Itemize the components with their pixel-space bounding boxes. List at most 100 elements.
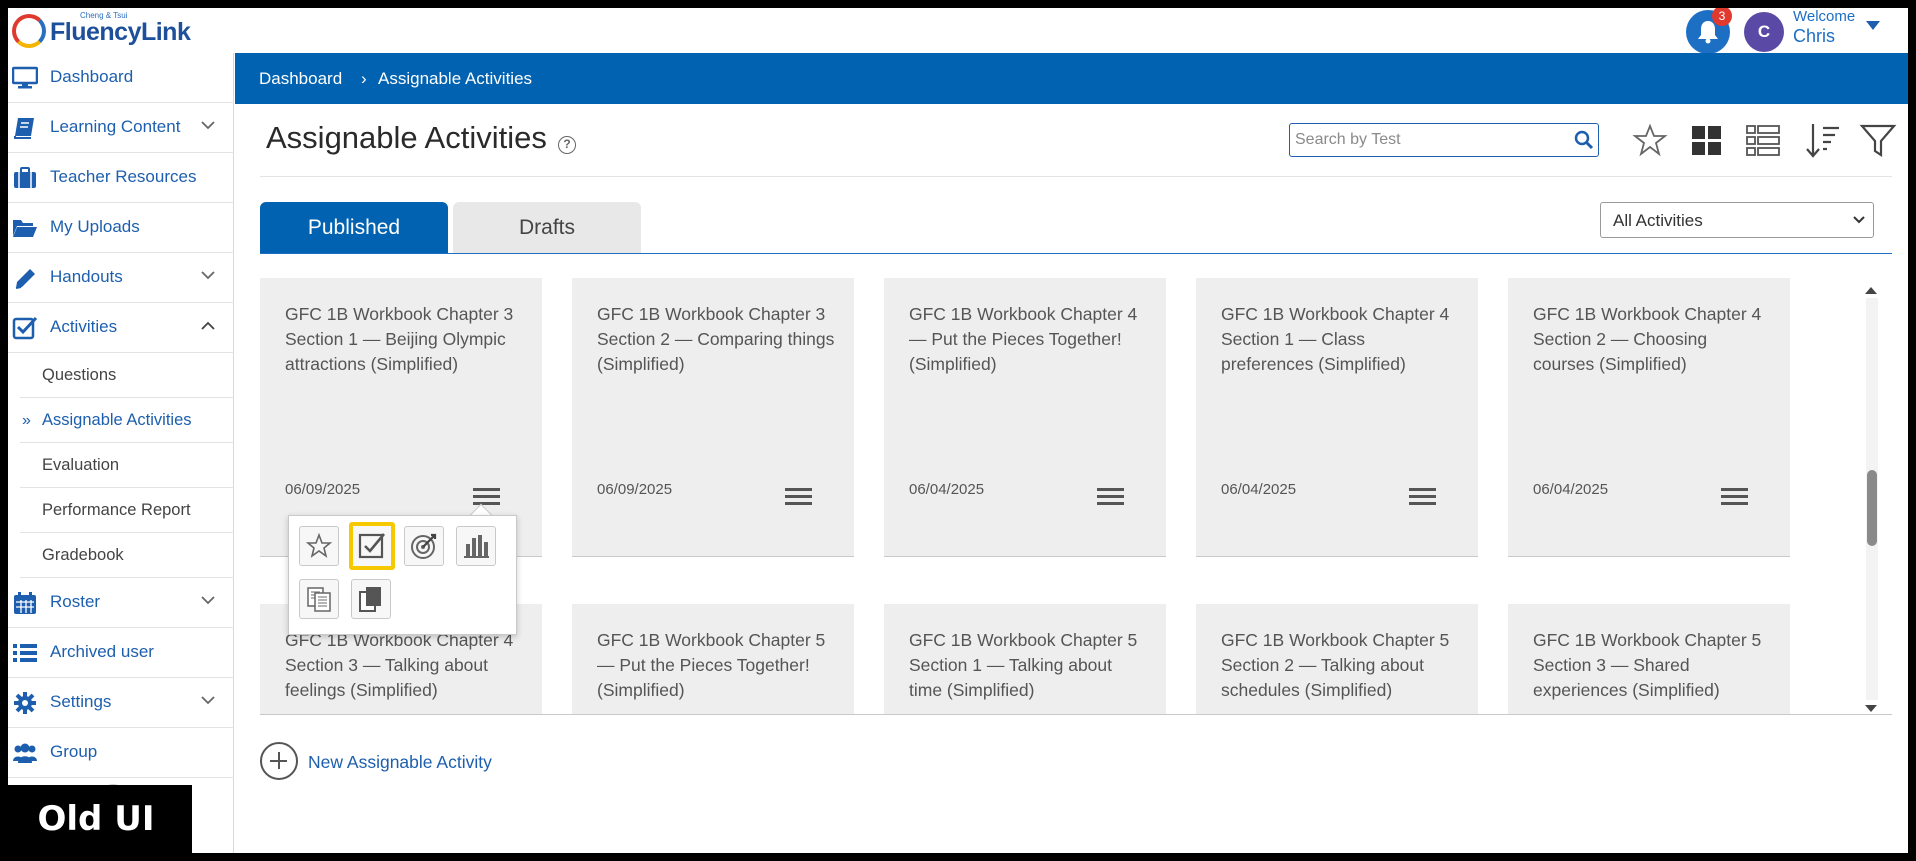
chevron-down-icon: [201, 596, 215, 605]
preview-button[interactable]: [299, 579, 339, 619]
favorite-button[interactable]: [299, 526, 339, 566]
activity-card[interactable]: GFC 1B Workbook Chapter 4 Section 2 — Ch…: [1508, 278, 1790, 557]
search-input[interactable]: [1295, 127, 1560, 153]
activity-card[interactable]: GFC 1B Workbook Chapter 5 Section 3 — Sh…: [1508, 604, 1790, 714]
sidebar-subitem-gradebook[interactable]: Gradebook: [20, 533, 234, 578]
search-icon[interactable]: [1574, 130, 1594, 150]
user-name[interactable]: Chris: [1793, 26, 1835, 47]
sidebar-item-settings[interactable]: Settings: [8, 678, 234, 728]
chevron-down-icon: [201, 121, 215, 130]
card-menu-button[interactable]: [1721, 488, 1749, 506]
search-box: [1289, 123, 1599, 157]
card-title: GFC 1B Workbook Chapter 4 Section 1 — Cl…: [1221, 304, 1450, 374]
page-title: Assignable Activities: [266, 120, 547, 155]
activity-card[interactable]: GFC 1B Workbook Chapter 4 — Put the Piec…: [884, 278, 1166, 557]
help-icon[interactable]: ?: [558, 136, 576, 154]
card-date: 06/04/2025: [1221, 481, 1297, 498]
active-marker: »: [22, 412, 31, 429]
assign-check-icon: [358, 533, 386, 559]
tab-drafts[interactable]: Drafts: [453, 202, 641, 253]
card-title: GFC 1B Workbook Chapter 4 Section 2 — Ch…: [1533, 304, 1762, 374]
chevron-down-icon: [201, 696, 215, 705]
sidebar-item-my-uploads[interactable]: My Uploads: [8, 203, 234, 253]
sidebar-item-label: Settings: [50, 692, 112, 711]
sidebar-item-teacher-resources[interactable]: Teacher Resources: [8, 153, 234, 203]
scroll-up-arrow-icon[interactable]: [1864, 285, 1878, 295]
card-menu-button[interactable]: [1409, 488, 1437, 506]
user-menu-caret-icon[interactable]: [1866, 21, 1880, 30]
sidebar-item-group[interactable]: Group: [8, 728, 234, 778]
card-date: 06/09/2025: [285, 481, 361, 498]
tab-published[interactable]: Published: [260, 202, 448, 253]
tabs-underline: [260, 253, 1892, 254]
card-title: GFC 1B Workbook Chapter 3 Section 1 — Be…: [285, 304, 514, 374]
sidebar: Dashboard Learning Content Teacher Resou…: [8, 53, 234, 853]
card-title: GFC 1B Workbook Chapter 5 Section 3 — Sh…: [1533, 630, 1762, 700]
target-icon: [411, 533, 437, 559]
target-button[interactable]: [404, 526, 444, 566]
card-date: 06/09/2025: [597, 481, 673, 498]
scrollbar-thumb[interactable]: [1867, 470, 1877, 546]
breadcrumb-separator: ›: [361, 69, 367, 88]
breadcrumb: Dashboard › Assignable Activities: [235, 53, 1908, 104]
list-view-icon[interactable]: [1743, 120, 1783, 160]
breadcrumb-dashboard-link[interactable]: Dashboard: [259, 69, 342, 89]
activity-card[interactable]: GFC 1B Workbook Chapter 5 Section 1 — Ta…: [884, 604, 1166, 714]
app-window: Cheng & Tsui FluencyLink 3 C Welcome Chr…: [8, 8, 1908, 853]
sidebar-item-roster[interactable]: Roster: [8, 578, 234, 628]
briefcase-icon: [14, 167, 36, 188]
filter-icon[interactable]: [1858, 120, 1898, 160]
sidebar-item-label: Archived user: [50, 642, 154, 661]
users-icon: [13, 743, 37, 763]
card-menu-button[interactable]: [1097, 488, 1125, 506]
sidebar-subitem-assignable-activities[interactable]: » Assignable Activities: [20, 398, 234, 443]
activity-filter-value: All Activities: [1613, 211, 1703, 230]
book-icon: [14, 118, 34, 139]
activity-card[interactable]: GFC 1B Workbook Chapter 5 Section 2 — Ta…: [1196, 604, 1478, 714]
report-button[interactable]: [456, 526, 496, 566]
sidebar-subitem-performance-report[interactable]: Performance Report: [20, 488, 234, 533]
notification-count-badge: 3: [1712, 8, 1732, 26]
sidebar-item-learning-content[interactable]: Learning Content: [8, 103, 234, 153]
scroll-down-arrow-icon[interactable]: [1864, 704, 1878, 714]
card-title: GFC 1B Workbook Chapter 3 Section 2 — Co…: [597, 304, 835, 374]
activity-card[interactable]: GFC 1B Workbook Chapter 5 — Put the Piec…: [572, 604, 854, 714]
sidebar-subitem-evaluation[interactable]: Evaluation: [20, 443, 234, 488]
duplicate-icon: [359, 587, 381, 612]
duplicate-button[interactable]: [351, 579, 391, 619]
activity-card[interactable]: GFC 1B Workbook Chapter 4 Section 1 — Cl…: [1196, 278, 1478, 557]
welcome-text: Welcome: [1793, 8, 1856, 25]
sidebar-item-dashboard[interactable]: Dashboard: [8, 53, 234, 103]
sidebar-subitem-label: Assignable Activities: [42, 411, 192, 429]
avatar[interactable]: C: [1744, 12, 1784, 52]
new-assignable-activity-label: New Assignable Activity: [308, 752, 492, 772]
card-date: 06/04/2025: [909, 481, 985, 498]
sidebar-item-archived-user[interactable]: Archived user: [8, 628, 234, 678]
card-menu-button[interactable]: [785, 488, 813, 506]
sidebar-item-label: Roster: [50, 592, 101, 611]
favorites-star-icon[interactable]: [1630, 120, 1670, 160]
card-title: GFC 1B Workbook Chapter 4 Section 3 — Ta…: [285, 630, 514, 700]
sidebar-subitem-label: Gradebook: [42, 546, 124, 564]
sidebar-item-label: My Uploads: [50, 217, 140, 236]
breadcrumb-current: Assignable Activities: [378, 69, 533, 88]
card-menu-button[interactable]: [473, 488, 501, 506]
monitor-icon: [12, 66, 38, 89]
sort-icon[interactable]: [1803, 120, 1843, 160]
sidebar-item-label: Group: [50, 742, 98, 761]
card-date: 06/04/2025: [1533, 481, 1609, 498]
fluencylink-logo[interactable]: Cheng & Tsui FluencyLink: [10, 10, 210, 50]
card-title: GFC 1B Workbook Chapter 5 Section 2 — Ta…: [1221, 630, 1450, 700]
sidebar-item-label: Teacher Resources: [50, 167, 197, 186]
activity-filter-select[interactable]: All Activities: [1600, 202, 1874, 238]
checkbox-icon: [12, 316, 38, 340]
logo-globe-icon: [12, 14, 46, 48]
sidebar-item-handouts[interactable]: Handouts: [8, 253, 234, 303]
assign-button[interactable]: [349, 522, 395, 570]
old-ui-badge: Old UI: [0, 785, 192, 853]
activity-card[interactable]: GFC 1B Workbook Chapter 3 Section 2 — Co…: [572, 278, 854, 557]
activity-card-grid: GFC 1B Workbook Chapter 3 Section 1 — Be…: [260, 278, 1860, 714]
sidebar-subitem-questions[interactable]: Questions: [20, 353, 234, 398]
sidebar-item-activities[interactable]: Activities: [8, 303, 234, 353]
grid-view-icon[interactable]: [1686, 120, 1726, 160]
